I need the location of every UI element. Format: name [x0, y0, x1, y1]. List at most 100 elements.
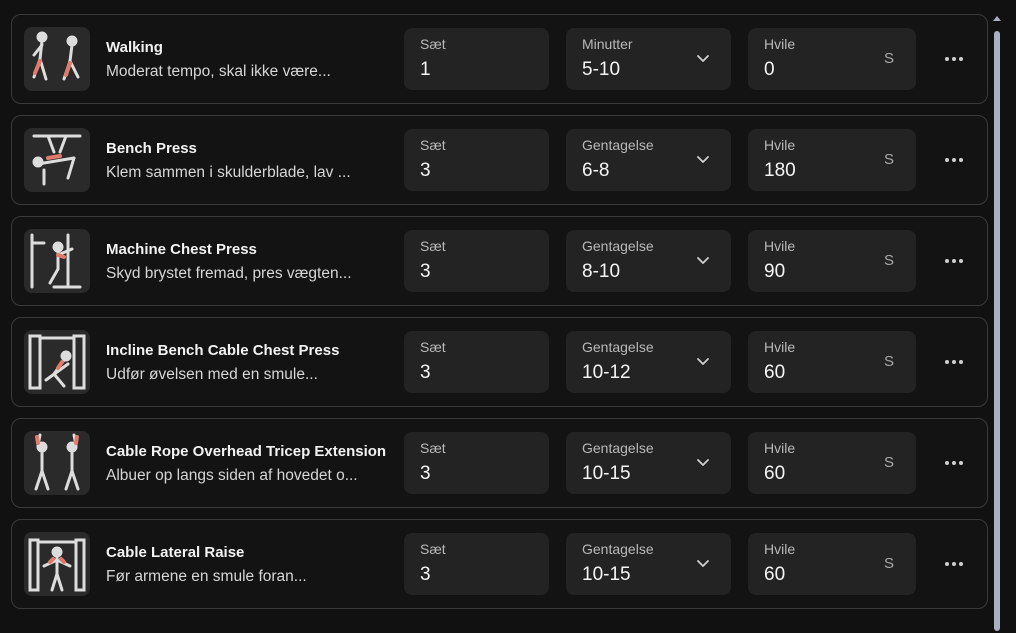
chest-press-machine-icon [24, 229, 90, 293]
unit-value: 10-15 [582, 463, 631, 484]
cable-incline-press-icon [24, 330, 90, 394]
rest-value: 60 [764, 463, 786, 484]
rest-value: 60 [764, 564, 786, 585]
sets-label: Sæt [420, 440, 446, 456]
rest-value: 60 [764, 362, 786, 383]
sets-label: Sæt [420, 137, 446, 153]
exercise-card[interactable]: Machine Chest Press Skyd brystet fremad,… [11, 216, 988, 306]
rest-unit-suffix: S [883, 353, 894, 370]
sets-field[interactable]: Sæt 3 [404, 230, 549, 292]
rest-label: Hvile [764, 36, 796, 52]
exercise-title: Cable Lateral Raise [106, 544, 245, 561]
exercise-thumbnail [24, 532, 90, 596]
rest-label: Hvile [764, 440, 796, 456]
scrollbar-thumb[interactable] [994, 31, 1000, 631]
rest-unit-suffix: S [883, 252, 894, 269]
unit-value: 10-15 [582, 564, 631, 585]
rest-field[interactable]: Hvile 60 S [748, 432, 916, 494]
exercise-thumbnail [24, 229, 90, 293]
exercise-thumbnail [24, 128, 90, 192]
exercise-description: Udfør øvelsen med en smule... [106, 366, 318, 383]
exercise-card[interactable]: Cable Lateral Raise Før armene en smule … [11, 519, 988, 609]
sets-field[interactable]: Sæt 3 [404, 432, 549, 494]
exercise-description: Moderat tempo, skal ikke være... [106, 63, 331, 80]
rest-label: Hvile [764, 238, 796, 254]
unit-value: 8-10 [582, 261, 621, 282]
sets-field[interactable]: Sæt 1 [404, 28, 549, 90]
unit-select[interactable]: Gentagelse 10-12 [566, 331, 731, 393]
sets-value: 3 [420, 463, 431, 484]
sets-value: 3 [420, 564, 431, 585]
exercise-title: Walking [106, 39, 163, 56]
unit-label: Gentagelse [582, 339, 654, 355]
rest-label: Hvile [764, 137, 796, 153]
exercise-description: Før armene en smule foran... [106, 568, 307, 585]
exercise-title: Bench Press [106, 140, 197, 157]
exercise-thumbnail [24, 27, 90, 91]
more-options-button[interactable] [942, 49, 966, 69]
exercise-description: Klem sammen i skulderblade, lav ... [106, 164, 351, 181]
unit-value: 6-8 [582, 160, 610, 181]
bench-press-figure-icon [24, 128, 90, 192]
exercise-card[interactable]: Bench Press Klem sammen i skulderblade, … [11, 115, 988, 205]
sets-field[interactable]: Sæt 3 [404, 129, 549, 191]
exercise-thumbnail [24, 431, 90, 495]
rest-label: Hvile [764, 339, 796, 355]
walking-figure-icon [24, 27, 90, 91]
more-options-button[interactable] [942, 150, 966, 170]
exercise-description: Albuer op langs siden af hovedet o... [106, 467, 358, 484]
exercise-title: Cable Rope Overhead Tricep Extension [106, 443, 387, 460]
sets-value: 3 [420, 160, 431, 181]
sets-label: Sæt [420, 339, 446, 355]
sets-label: Sæt [420, 36, 446, 52]
chevron-down-icon [697, 156, 709, 163]
chevron-down-icon [697, 459, 709, 466]
more-options-button[interactable] [942, 352, 966, 372]
chevron-down-icon [697, 358, 709, 365]
exercise-card[interactable]: Incline Bench Cable Chest Press Udfør øv… [11, 317, 988, 407]
unit-value: 10-12 [582, 362, 631, 383]
sets-field[interactable]: Sæt 3 [404, 331, 549, 393]
scroll-up-arrow-icon[interactable] [993, 14, 1001, 24]
cable-lateral-raise-icon [24, 532, 90, 596]
unit-select[interactable]: Minutter 5-10 [566, 28, 731, 90]
more-options-button[interactable] [942, 251, 966, 271]
sets-value: 1 [420, 59, 431, 80]
unit-select[interactable]: Gentagelse 10-15 [566, 432, 731, 494]
sets-value: 3 [420, 261, 431, 282]
sets-field[interactable]: Sæt 3 [404, 533, 549, 595]
unit-label: Gentagelse [582, 137, 654, 153]
rest-unit-suffix: S [883, 50, 894, 67]
rest-field[interactable]: Hvile 90 S [748, 230, 916, 292]
unit-label: Minutter [582, 36, 633, 52]
more-options-button[interactable] [942, 554, 966, 574]
rest-field[interactable]: Hvile 60 S [748, 533, 916, 595]
rest-value: 180 [764, 160, 796, 181]
sets-label: Sæt [420, 238, 446, 254]
rest-unit-suffix: S [883, 151, 894, 168]
unit-select[interactable]: Gentagelse 10-15 [566, 533, 731, 595]
chevron-down-icon [697, 55, 709, 62]
rest-field[interactable]: Hvile 180 S [748, 129, 916, 191]
unit-select[interactable]: Gentagelse 8-10 [566, 230, 731, 292]
rest-value: 0 [764, 59, 775, 80]
exercise-description: Skyd brystet fremad, pres vægten... [106, 265, 352, 282]
more-options-button[interactable] [942, 453, 966, 473]
rest-unit-suffix: S [883, 555, 894, 572]
vertical-scrollbar[interactable] [990, 14, 1004, 631]
unit-select[interactable]: Gentagelse 6-8 [566, 129, 731, 191]
rest-value: 90 [764, 261, 786, 282]
rest-unit-suffix: S [883, 454, 894, 471]
unit-label: Gentagelse [582, 440, 654, 456]
exercise-card[interactable]: Walking Moderat tempo, skal ikke være...… [11, 14, 988, 104]
sets-value: 3 [420, 362, 431, 383]
chevron-down-icon [697, 257, 709, 264]
rest-label: Hvile [764, 541, 796, 557]
rest-field[interactable]: Hvile 60 S [748, 331, 916, 393]
exercise-title: Incline Bench Cable Chest Press [106, 342, 340, 359]
overhead-tricep-figure-icon [24, 431, 90, 495]
unit-label: Gentagelse [582, 541, 654, 557]
rest-field[interactable]: Hvile 0 S [748, 28, 916, 90]
exercise-card[interactable]: Cable Rope Overhead Tricep Extension Alb… [11, 418, 988, 508]
exercise-title: Machine Chest Press [106, 241, 257, 258]
